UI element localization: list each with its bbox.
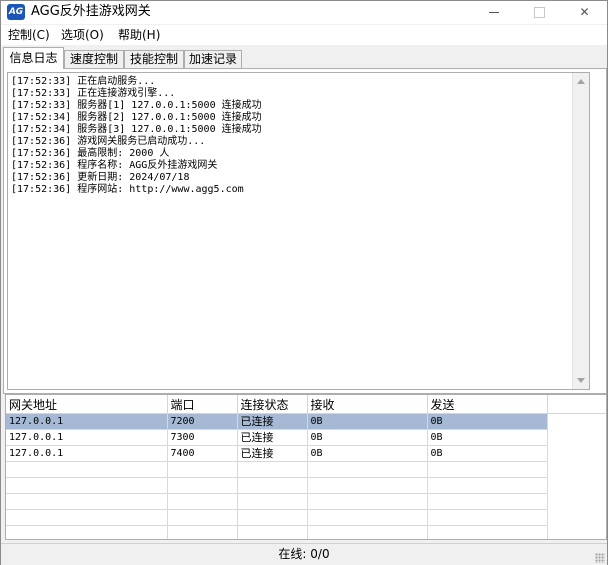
title-bar[interactable]: AG AGG反外挂游戏网关 ✕ bbox=[1, 1, 607, 24]
menu-bar: 控制(C) 选项(O) 帮助(H) bbox=[1, 25, 607, 45]
tab-info-log[interactable]: 信息日志 bbox=[3, 47, 64, 69]
cell-filler bbox=[547, 430, 606, 446]
maximize-button[interactable] bbox=[517, 1, 562, 24]
minimize-button[interactable] bbox=[471, 1, 516, 24]
table-row[interactable]: 127.0.0.1 7200 已连接 0B 0B bbox=[6, 413, 606, 430]
log-scrollbar[interactable] bbox=[572, 73, 589, 389]
log-line: [17:52:33] 正在连接游戏引擎... bbox=[11, 88, 176, 99]
log-line: [17:52:34] 服务器[3] 127.0.0.1:5000 连接成功 bbox=[11, 124, 262, 135]
empty-row bbox=[6, 493, 606, 510]
cell-recv: 0B bbox=[307, 429, 428, 446]
resize-grip-icon[interactable] bbox=[595, 553, 605, 563]
maximize-icon bbox=[534, 7, 545, 18]
log-line: [17:52:34] 服务器[2] 127.0.0.1:5000 连接成功 bbox=[11, 112, 262, 123]
column-header-recv[interactable]: 接收 bbox=[307, 395, 428, 414]
log-line: [17:52:36] 最高限制: 2000 人 bbox=[11, 148, 170, 159]
log-line: [17:52:36] 游戏网关服务已启动成功... bbox=[11, 136, 206, 147]
close-button[interactable]: ✕ bbox=[562, 1, 607, 24]
cell-port: 7200 bbox=[167, 413, 238, 430]
table-row[interactable]: 127.0.0.1 7400 已连接 0B 0B bbox=[6, 445, 606, 462]
cell-port: 7400 bbox=[167, 445, 238, 462]
tab-skill-control[interactable]: 技能控制 bbox=[124, 50, 184, 68]
empty-row bbox=[6, 461, 606, 478]
gateway-table: 网关地址 端口 连接状态 接收 发送 127.0.0.1 7200 已连接 0B… bbox=[5, 394, 607, 540]
online-count: 在线: 0/0 bbox=[278, 547, 330, 561]
column-header-address[interactable]: 网关地址 bbox=[6, 395, 168, 414]
cell-send: 0B bbox=[427, 429, 548, 446]
cell-status: 已连接 bbox=[237, 445, 308, 462]
cell-send: 0B bbox=[427, 413, 548, 430]
column-header-send[interactable]: 发送 bbox=[427, 395, 548, 414]
empty-row bbox=[6, 525, 606, 539]
empty-row bbox=[6, 477, 606, 494]
log-line: [17:52:36] 程序网站: http://www.agg5.com bbox=[11, 184, 244, 195]
cell-address: 127.0.0.1 bbox=[6, 445, 168, 462]
log-textbox[interactable]: [17:52:33] 正在启动服务... [17:52:33] 正在连接游戏引擎… bbox=[7, 72, 590, 390]
tab-acceleration-records[interactable]: 加速记录 bbox=[184, 50, 242, 68]
table-header-row: 网关地址 端口 连接状态 接收 发送 bbox=[6, 395, 606, 414]
log-line: [17:52:33] 正在启动服务... bbox=[11, 76, 156, 87]
cell-address: 127.0.0.1 bbox=[6, 429, 168, 446]
log-line: [17:52:33] 服务器[1] 127.0.0.1:5000 连接成功 bbox=[11, 100, 262, 111]
cell-status: 已连接 bbox=[237, 413, 308, 430]
log-line: [17:52:36] 更新日期: 2024/07/18 bbox=[11, 172, 190, 183]
cell-send: 0B bbox=[427, 445, 548, 462]
cell-recv: 0B bbox=[307, 413, 428, 430]
column-header-status[interactable]: 连接状态 bbox=[237, 395, 308, 414]
cell-recv: 0B bbox=[307, 445, 428, 462]
tab-strip: 信息日志 速度控制 技能控制 加速记录 bbox=[1, 47, 607, 69]
window-title: AGG反外挂游戏网关 bbox=[31, 4, 151, 19]
scroll-up-icon[interactable] bbox=[577, 79, 585, 84]
menu-control[interactable]: 控制(C) bbox=[5, 27, 53, 43]
empty-row bbox=[6, 509, 606, 526]
cell-filler bbox=[547, 413, 606, 430]
gateway-grid: 网关地址 端口 连接状态 接收 发送 127.0.0.1 7200 已连接 0B… bbox=[6, 395, 606, 539]
log-lines: [17:52:33] 正在启动服务... [17:52:33] 正在连接游戏引擎… bbox=[8, 73, 589, 196]
app-logo-icon: AG bbox=[7, 4, 25, 20]
cell-port: 7300 bbox=[167, 429, 238, 446]
cell-filler bbox=[547, 446, 606, 462]
log-line: [17:52:36] 程序名称: AGG反外挂游戏网关 bbox=[11, 160, 218, 171]
cell-status: 已连接 bbox=[237, 429, 308, 446]
minimize-icon bbox=[488, 12, 499, 13]
table-row[interactable]: 127.0.0.1 7300 已连接 0B 0B bbox=[6, 429, 606, 446]
status-bar: 在线: 0/0 bbox=[1, 543, 607, 565]
cell-address: 127.0.0.1 bbox=[6, 413, 168, 430]
scroll-down-icon[interactable] bbox=[577, 378, 585, 383]
tab-speed-control[interactable]: 速度控制 bbox=[64, 50, 124, 68]
close-icon: ✕ bbox=[579, 5, 590, 19]
tab-panel-info-log: [17:52:33] 正在启动服务... [17:52:33] 正在连接游戏引擎… bbox=[3, 68, 607, 394]
menu-help[interactable]: 帮助(H) bbox=[115, 27, 163, 43]
menu-options[interactable]: 选项(O) bbox=[58, 27, 107, 43]
column-header-filler bbox=[547, 395, 606, 414]
main-window: AG AGG反外挂游戏网关 ✕ 控制(C) 选项(O) 帮助(H) 信息日志 速… bbox=[0, 0, 608, 565]
column-header-port[interactable]: 端口 bbox=[167, 395, 238, 414]
